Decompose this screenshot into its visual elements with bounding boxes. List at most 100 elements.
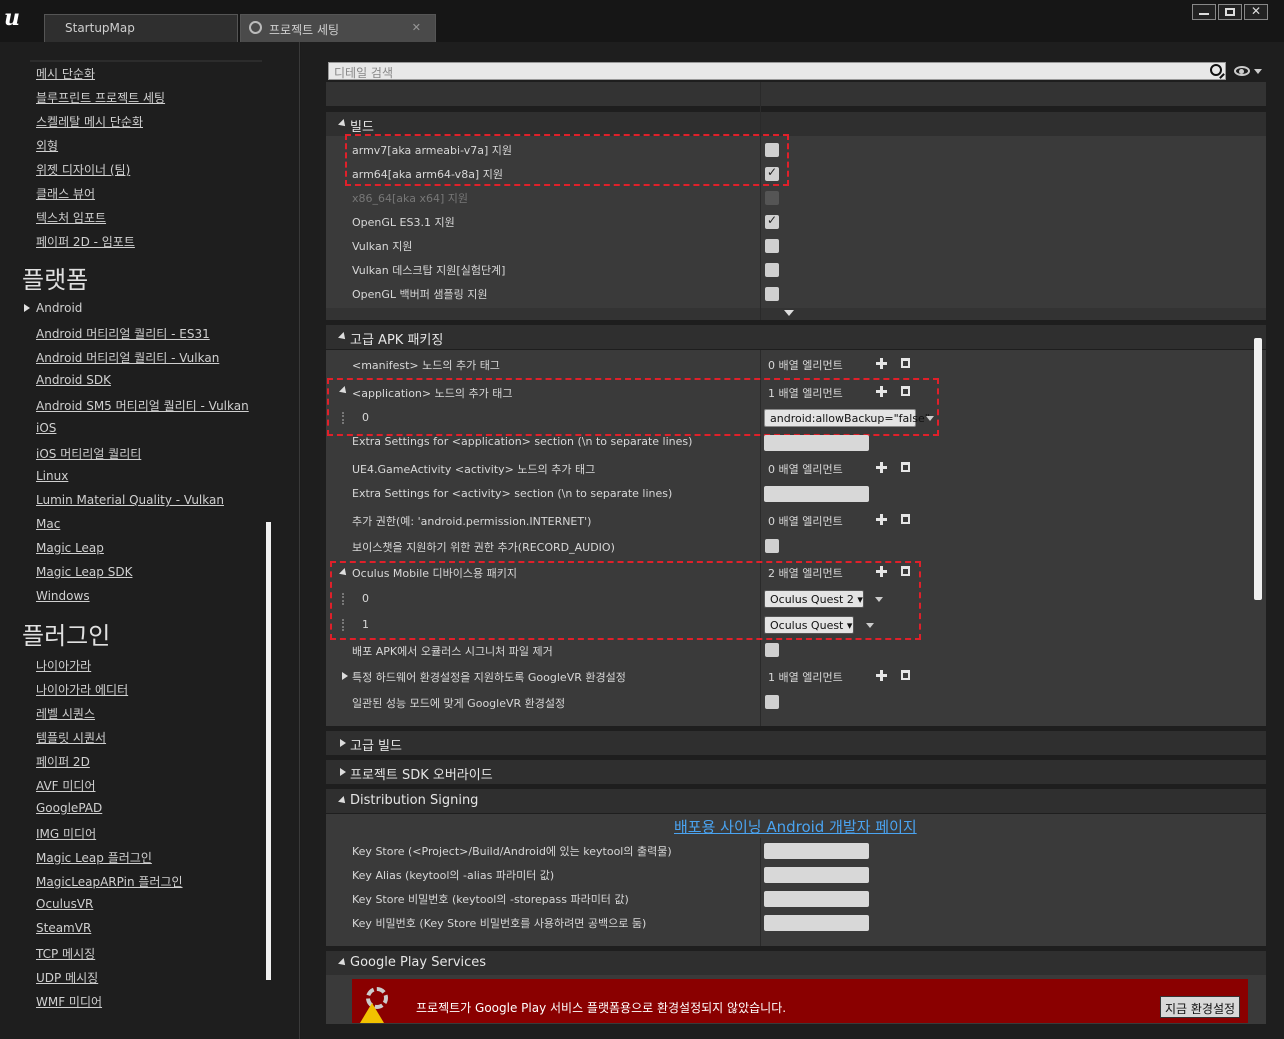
sidebar-item[interactable]: 텍스처 임포트 bbox=[36, 209, 106, 226]
sidebar-item[interactable]: 나이아가라 bbox=[36, 657, 91, 674]
sidebar-item[interactable]: GooglePAD bbox=[36, 801, 102, 815]
eye-icon[interactable] bbox=[1234, 66, 1250, 76]
configure-now-button[interactable]: 지금 환경설정 bbox=[1160, 996, 1240, 1018]
sidebar-item[interactable]: Mac bbox=[36, 517, 60, 531]
details-scrollbar[interactable] bbox=[1254, 338, 1262, 600]
add-icon[interactable] bbox=[876, 358, 887, 369]
signing-field-input[interactable] bbox=[764, 867, 869, 883]
category-title: 고급 빌드 bbox=[350, 739, 402, 754]
sidebar-item[interactable]: Lumin Material Quality - Vulkan bbox=[36, 493, 224, 507]
build-option-label: Vulkan 지원 bbox=[352, 240, 413, 253]
googlevr-caps-label: 특정 하드웨어 환경설정을 지원하도록 GoogleVR 환경설정 bbox=[352, 671, 626, 684]
sidebar-item[interactable]: SteamVR bbox=[36, 921, 91, 935]
sidebar-item[interactable]: Windows bbox=[36, 589, 90, 603]
manifest-tags-label: <manifest> 노드의 추가 태그 bbox=[352, 359, 500, 372]
tab-project-settings[interactable]: 프로젝트 세팅 ✕ bbox=[240, 14, 436, 42]
sidebar-item[interactable]: Linux bbox=[36, 469, 68, 483]
sidebar-item[interactable]: TCP 메시징 bbox=[36, 945, 95, 962]
sidebar-item[interactable]: WMF 미디어 bbox=[36, 993, 102, 1010]
extra-activity-field[interactable] bbox=[764, 486, 869, 502]
expand-icon bbox=[338, 796, 348, 806]
trash-icon[interactable] bbox=[901, 462, 910, 472]
add-icon[interactable] bbox=[876, 670, 887, 681]
signing-field-input[interactable] bbox=[764, 915, 869, 931]
sidebar-item[interactable]: AVF 미디어 bbox=[36, 777, 96, 794]
sidebar-item[interactable]: Android SM5 머티리얼 퀄리티 - Vulkan bbox=[36, 397, 249, 414]
category-apk[interactable]: 고급 APK 패키징 bbox=[326, 325, 1266, 349]
sidebar-item[interactable]: 메시 단순화 bbox=[36, 65, 95, 82]
build-option-checkbox[interactable] bbox=[765, 239, 779, 253]
expand-icon bbox=[342, 672, 348, 680]
sidebar-item[interactable]: Android bbox=[36, 301, 82, 315]
trash-icon[interactable] bbox=[901, 358, 910, 368]
sidebar-scrollbar[interactable] bbox=[266, 522, 271, 980]
sidebar-item[interactable]: 페이퍼 2D - 임포트 bbox=[36, 233, 135, 250]
maximize-button[interactable] bbox=[1218, 4, 1242, 20]
sidebar-item[interactable]: 외형 bbox=[36, 137, 58, 154]
sidebar-item[interactable]: 스켈레탈 메시 단순화 bbox=[36, 113, 143, 130]
warning-text: 프로젝트가 Google Play 서비스 플랫폼용으로 환경설정되지 않았습니… bbox=[416, 1001, 787, 1015]
sidebar-item[interactable]: 레벨 시퀀스 bbox=[36, 705, 95, 722]
search-icon[interactable] bbox=[1210, 64, 1222, 76]
googlevr-caps-count: 1 배열 엘리먼트 bbox=[768, 671, 843, 684]
googlevr-sustained-checkbox[interactable] bbox=[765, 695, 779, 709]
chevron-down-icon[interactable] bbox=[1254, 69, 1262, 74]
extra-permissions-label: 추가 권한(예: 'android.permission.INTERNET') bbox=[352, 515, 592, 528]
expand-arrow-icon[interactable] bbox=[24, 304, 30, 312]
minimize-button[interactable] bbox=[1192, 4, 1216, 20]
extra-permissions-count: 0 배열 엘리먼트 bbox=[768, 515, 843, 528]
close-tab-icon[interactable]: ✕ bbox=[412, 21, 421, 34]
expand-more-icon[interactable] bbox=[784, 310, 794, 316]
voice-permission-label: 보이스챗을 지원하기 위한 권한 추가(RECORD_AUDIO) bbox=[352, 541, 615, 554]
warning-icon bbox=[360, 1003, 384, 1023]
category-google-play[interactable]: Google Play Services bbox=[326, 951, 1266, 975]
category-build[interactable]: 빌드 bbox=[326, 112, 1266, 136]
sidebar-item[interactable]: OculusVR bbox=[36, 897, 93, 911]
sidebar-item[interactable]: iOS bbox=[36, 421, 56, 435]
build-option-checkbox[interactable] bbox=[765, 287, 779, 301]
close-window-button[interactable]: ✕ bbox=[1244, 4, 1268, 20]
sidebar-heading-plugins: 플러그인 bbox=[22, 622, 111, 650]
signing-field-input[interactable] bbox=[764, 891, 869, 907]
category-title: 고급 APK 패키징 bbox=[350, 333, 444, 348]
sidebar-item[interactable]: Android SDK bbox=[36, 373, 111, 387]
build-option-checkbox[interactable] bbox=[765, 213, 779, 229]
extra-application-label: Extra Settings for <application> section… bbox=[352, 435, 693, 448]
sidebar-item[interactable]: iOS 머티리얼 퀄리티 bbox=[36, 445, 141, 462]
sidebar-item[interactable]: 페이퍼 2D bbox=[36, 753, 90, 770]
sidebar-item[interactable]: 위젯 디자이너 (팀) bbox=[36, 161, 130, 178]
expand-bar[interactable] bbox=[326, 308, 1266, 320]
signing-field-input[interactable] bbox=[764, 843, 869, 859]
signing-docs-link[interactable]: 배포용 사이닝 Android 개발자 페이지 bbox=[674, 816, 917, 837]
category-sdk-override[interactable]: 프로젝트 SDK 오버라이드 bbox=[326, 760, 1266, 784]
sidebar-item[interactable]: 템플릿 시퀀서 bbox=[36, 729, 106, 746]
category-signing[interactable]: Distribution Signing bbox=[326, 789, 1266, 813]
unreal-logo: u bbox=[4, 5, 20, 31]
trash-icon[interactable] bbox=[901, 514, 910, 524]
add-icon[interactable] bbox=[876, 514, 887, 525]
sidebar-item[interactable]: Magic Leap 플러그인 bbox=[36, 849, 152, 866]
column-divider bbox=[760, 82, 761, 320]
tab-label: StartupMap bbox=[65, 21, 135, 35]
build-option-checkbox[interactable] bbox=[765, 263, 779, 277]
sidebar-item[interactable]: UDP 메시징 bbox=[36, 969, 98, 986]
sidebar-item[interactable]: Android 머티리얼 퀄리티 - Vulkan bbox=[36, 349, 219, 366]
sidebar-item[interactable]: Magic Leap SDK bbox=[36, 565, 132, 579]
sidebar-item[interactable]: MagicLeapARPin 플러그인 bbox=[36, 873, 183, 890]
search-input[interactable]: 디테일 검색 bbox=[328, 62, 1226, 80]
sidebar-item[interactable]: Magic Leap bbox=[36, 541, 104, 555]
category-advanced-build[interactable]: 고급 빌드 bbox=[326, 731, 1266, 755]
remove-signature-checkbox[interactable] bbox=[765, 643, 779, 657]
build-option-checkbox[interactable] bbox=[765, 191, 779, 205]
extra-application-field[interactable] bbox=[764, 435, 869, 451]
sidebar-item[interactable]: 클래스 뷰어 bbox=[36, 185, 95, 202]
expand-icon bbox=[338, 958, 348, 968]
add-icon[interactable] bbox=[876, 462, 887, 473]
sidebar-item[interactable]: IMG 미디어 bbox=[36, 825, 96, 842]
trash-icon[interactable] bbox=[901, 670, 910, 680]
sidebar-item[interactable]: 블루프린트 프로젝트 세팅 bbox=[36, 89, 165, 106]
sidebar-item[interactable]: Android 머티리얼 퀄리티 - ES31 bbox=[36, 325, 210, 342]
voice-permission-checkbox[interactable] bbox=[765, 539, 779, 553]
sidebar-item[interactable]: 나이아가라 에디터 bbox=[36, 681, 128, 698]
tab-startupmap[interactable]: StartupMap bbox=[44, 14, 238, 42]
